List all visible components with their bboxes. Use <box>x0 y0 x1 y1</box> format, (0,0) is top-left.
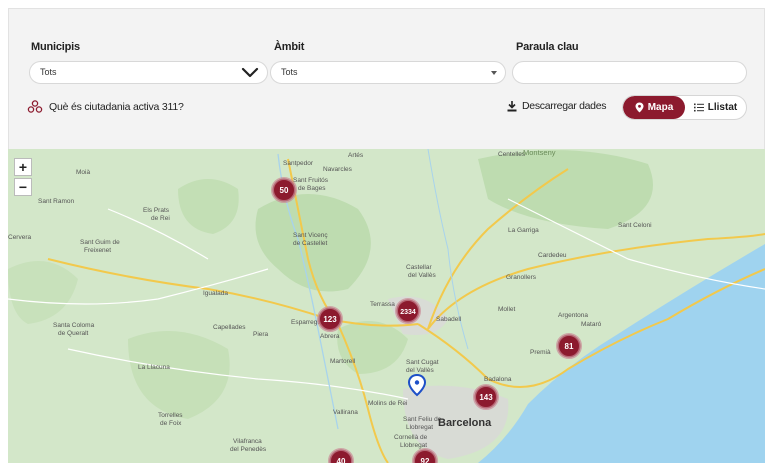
svg-text:del Penedès: del Penedès <box>230 446 267 453</box>
svg-text:Martorell: Martorell <box>330 358 356 365</box>
svg-text:de Rei: de Rei <box>151 215 170 222</box>
svg-text:Vilafranca: Vilafranca <box>233 438 262 445</box>
zoom-out-button[interactable]: − <box>14 178 32 196</box>
ambit-label: Àmbit <box>274 41 305 53</box>
cluster-count: 50 <box>280 186 289 195</box>
cluster-marker[interactable]: 50 <box>271 177 297 203</box>
svg-text:Terrassa: Terrassa <box>370 301 395 308</box>
ambit-value: Tots <box>281 67 298 77</box>
svg-text:Navarcles: Navarcles <box>323 166 353 173</box>
svg-text:Cervera: Cervera <box>8 234 32 241</box>
ciutadania-logo-icon <box>27 100 43 113</box>
svg-text:Cornellà de: Cornellà de <box>394 434 428 441</box>
svg-text:Badalona: Badalona <box>484 376 512 383</box>
svg-text:de Foix: de Foix <box>160 420 182 427</box>
svg-text:La Garriga: La Garriga <box>508 227 539 234</box>
cluster-count: 81 <box>565 342 574 351</box>
svg-text:Sant Feliu de: Sant Feliu de <box>403 416 442 423</box>
svg-text:de Queralt: de Queralt <box>58 330 89 337</box>
svg-text:Sant Fruitós: Sant Fruitós <box>293 177 329 184</box>
info-link[interactable]: Què és ciutadania activa 311? <box>27 100 184 114</box>
svg-text:Abrera: Abrera <box>320 333 340 340</box>
municipis-select[interactable]: Tots <box>29 61 268 84</box>
map-pin-icon <box>635 102 644 113</box>
svg-text:Torrelles: Torrelles <box>158 412 183 419</box>
svg-text:La Llacuna: La Llacuna <box>138 364 170 371</box>
svg-text:Santpedor: Santpedor <box>283 160 314 167</box>
cluster-count: 92 <box>421 457 430 463</box>
tab-map[interactable]: Mapa <box>623 96 685 119</box>
map-base: Santpedor Sant Fruitós de Bages Artés Na… <box>8 149 765 463</box>
svg-text:Llobregat: Llobregat <box>400 442 427 449</box>
cluster-marker[interactable]: 123 <box>317 306 343 332</box>
tab-map-label: Mapa <box>647 102 674 113</box>
svg-text:Artés: Artés <box>348 152 364 159</box>
svg-text:de Bages: de Bages <box>298 185 326 192</box>
svg-text:Centelles: Centelles <box>498 151 526 158</box>
ambit-select[interactable]: Tots <box>270 61 506 84</box>
municipis-value: Tots <box>40 67 57 77</box>
svg-text:Igualada: Igualada <box>203 290 228 297</box>
svg-text:Llobregat: Llobregat <box>406 424 433 431</box>
cluster-marker[interactable]: 81 <box>556 333 582 359</box>
keyword-input[interactable] <box>512 61 747 84</box>
view-toggle: Mapa Llistat <box>622 95 747 120</box>
caret-down-icon <box>491 71 497 75</box>
cluster-count: 2334 <box>400 309 416 316</box>
svg-text:Sant Ramon: Sant Ramon <box>38 198 75 205</box>
map-canvas[interactable]: Santpedor Sant Fruitós de Bages Artés Na… <box>8 149 765 463</box>
chevron-down-icon <box>241 67 259 78</box>
svg-text:Argentona: Argentona <box>558 312 588 319</box>
svg-text:del Vallès: del Vallès <box>406 367 434 374</box>
svg-text:Piera: Piera <box>253 331 269 338</box>
info-link-label: Què és ciutadania activa 311? <box>49 101 184 113</box>
paraula-label: Paraula clau <box>516 41 579 53</box>
svg-text:Sant Celoni: Sant Celoni <box>618 222 652 229</box>
svg-text:Cardedeu: Cardedeu <box>538 252 567 259</box>
svg-text:Premià: Premià <box>530 349 551 356</box>
cluster-count: 40 <box>337 457 346 463</box>
svg-text:Capellades: Capellades <box>213 324 246 331</box>
download-data-button[interactable]: Descarregar dades <box>507 100 607 112</box>
cluster-marker[interactable]: 92 <box>412 448 438 463</box>
cluster-marker[interactable]: 40 <box>328 448 354 463</box>
svg-text:Granollers: Granollers <box>506 274 537 281</box>
svg-text:Castellar: Castellar <box>406 264 432 271</box>
download-icon <box>507 100 517 111</box>
filter-panel: Municipis Tots Àmbit Tots Paraula clau Q… <box>8 8 765 149</box>
svg-text:Barcelona: Barcelona <box>438 417 492 429</box>
cluster-marker[interactable]: 143 <box>473 384 499 410</box>
svg-text:Freixenet: Freixenet <box>84 247 111 254</box>
svg-text:Sant Guim de: Sant Guim de <box>80 239 120 246</box>
download-label: Descarregar dades <box>522 100 607 112</box>
svg-text:Mollet: Mollet <box>498 306 516 313</box>
svg-text:Molins de Rei: Molins de Rei <box>368 400 407 407</box>
svg-text:Sant Vicenç: Sant Vicenç <box>293 232 328 239</box>
svg-text:Sabadell: Sabadell <box>436 316 462 323</box>
svg-text:Vallirana: Vallirana <box>333 409 358 416</box>
svg-text:Els Prats: Els Prats <box>143 207 170 214</box>
municipis-label: Municipis <box>31 41 80 53</box>
svg-text:del Vallès: del Vallès <box>408 272 436 279</box>
cluster-marker[interactable]: 2334 <box>395 298 421 324</box>
tab-list-label: Llistat <box>707 102 738 113</box>
svg-text:Sant Cugat: Sant Cugat <box>406 359 439 366</box>
svg-text:Montseny: Montseny <box>523 149 556 157</box>
list-icon <box>693 103 704 112</box>
svg-text:Moià: Moià <box>76 169 90 176</box>
cluster-count: 143 <box>479 393 493 402</box>
tab-list[interactable]: Llistat <box>685 96 746 119</box>
zoom-in-button[interactable]: + <box>14 158 32 176</box>
svg-text:Mataró: Mataró <box>581 321 602 328</box>
svg-text:Santa Coloma: Santa Coloma <box>53 322 95 329</box>
cluster-count: 123 <box>323 315 337 324</box>
svg-text:de Castellet: de Castellet <box>293 240 328 247</box>
